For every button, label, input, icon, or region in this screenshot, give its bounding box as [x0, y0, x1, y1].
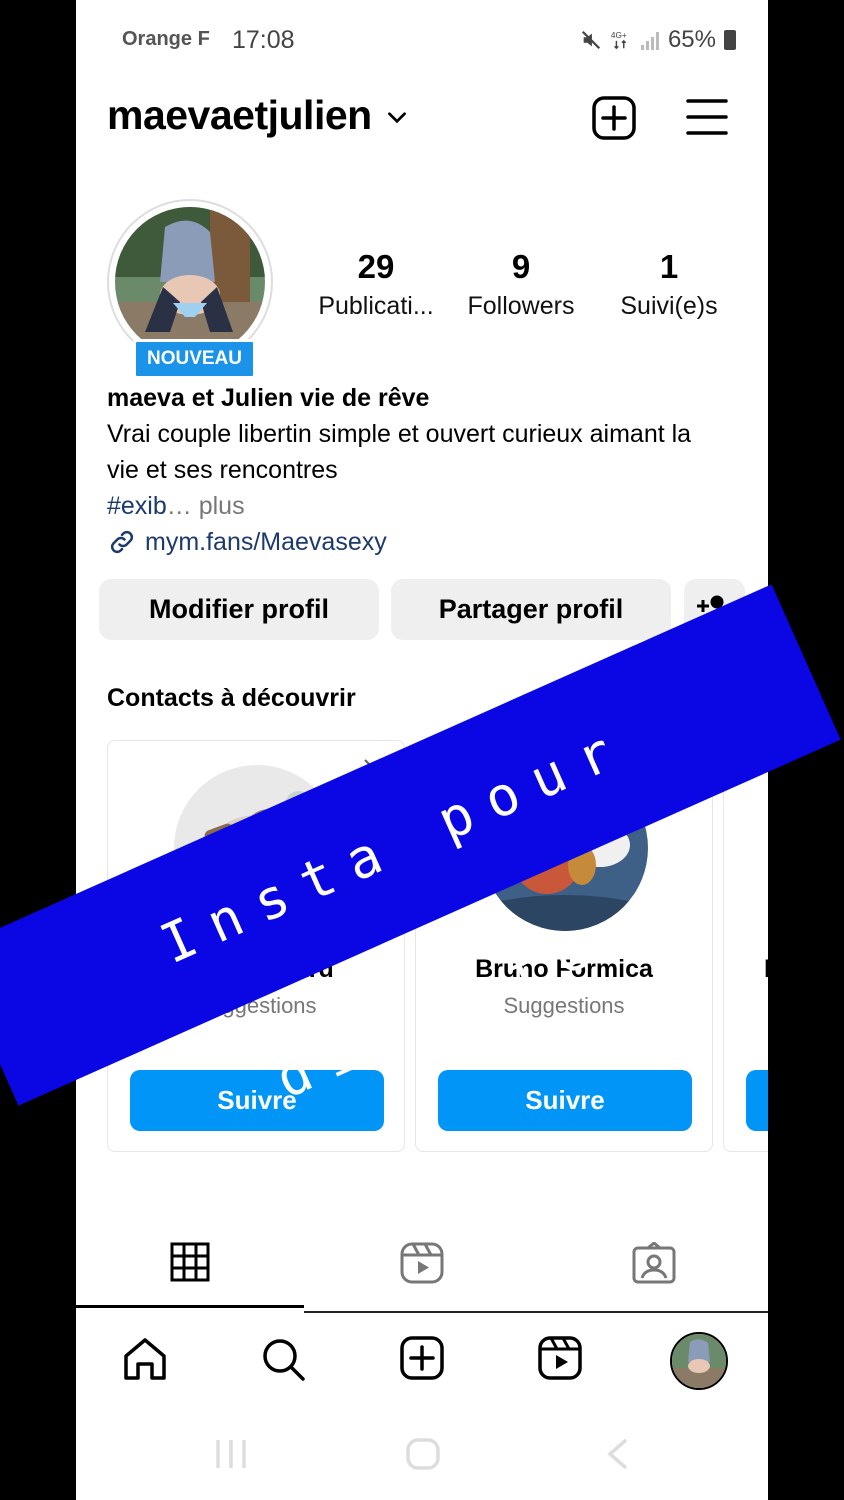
battery-icon [724, 30, 736, 50]
new-post-icon[interactable] [592, 96, 636, 140]
home-button-icon[interactable] [406, 1438, 440, 1470]
battery-percent: 65% [667, 26, 716, 53]
tabs-divider [304, 1311, 768, 1313]
username-switcher[interactable]: maevaetjulien [107, 92, 372, 139]
more-link[interactable]: … plus [167, 492, 245, 520]
bio-text-line-2: vie et ses rencontres [107, 456, 338, 484]
followers-count: 9 [511, 248, 531, 285]
grid-icon[interactable] [170, 1242, 210, 1282]
bio-more-row: #exib… plus [107, 488, 747, 524]
profile-content-tabs [76, 1230, 768, 1314]
suggestion-name[interactable]: …as Goinard [108, 955, 404, 984]
clock: 17:08 [232, 26, 295, 54]
discover-people-button[interactable] [684, 579, 745, 640]
stat-posts[interactable]: 29 Publicati... [308, 248, 444, 321]
followers-label: Followers [467, 292, 575, 320]
suggestion-name[interactable]: Bruno Formica [416, 955, 712, 984]
phone-screen: Orange F 17:08 4G+ 65% maevaetjulien NOU… [76, 0, 768, 1500]
status-icons: 4G+ 65% [580, 26, 736, 54]
mute-icon [581, 30, 601, 50]
bottom-navigation [76, 1316, 768, 1406]
profile-link-text: mym.fans/Maevasexy [145, 528, 387, 556]
create-post-icon[interactable] [400, 1336, 444, 1380]
link-icon [110, 530, 134, 554]
hashtag-link[interactable]: #exib [107, 492, 167, 520]
chevron-down-icon[interactable] [384, 104, 410, 130]
suggestion-name[interactable]: E [764, 955, 768, 984]
tagged-icon[interactable] [632, 1242, 676, 1284]
search-icon[interactable] [260, 1336, 306, 1382]
posts-label: Publicati... [318, 292, 434, 320]
back-icon[interactable] [606, 1438, 630, 1470]
add-person-icon [696, 595, 729, 622]
following-count: 1 [659, 248, 679, 285]
suggestion-card[interactable]: Bruno Formica Suggestions Suivre [415, 740, 713, 1152]
suggestion-avatar [482, 765, 648, 931]
avatar-photo [115, 207, 265, 357]
recent-apps-icon[interactable] [214, 1438, 248, 1470]
system-navigation-bar [76, 1410, 768, 1500]
new-badge: NOUVEAU [133, 339, 256, 379]
stat-following[interactable]: 1 Suivi(e)s [604, 248, 734, 321]
active-tab-indicator [76, 1305, 304, 1308]
signal-icon [640, 32, 659, 50]
close-icon[interactable] [362, 757, 388, 783]
menu-icon[interactable] [686, 98, 728, 136]
reels-icon[interactable] [538, 1336, 582, 1380]
share-profile-button[interactable]: Partager profil [391, 579, 671, 640]
display-name: maeva et Julien vie de rêve [107, 384, 430, 412]
svg-text:4G+: 4G+ [611, 31, 627, 40]
suggestions-title: Contacts à découvrir [107, 684, 356, 712]
profile-bio: maeva et Julien vie de rêve Vrai couple … [107, 380, 747, 560]
profile-tab-avatar[interactable] [670, 1332, 728, 1390]
follow-button[interactable]: Suivre [438, 1070, 692, 1131]
profile-link[interactable]: mym.fans/Maevasexy [107, 524, 747, 560]
home-icon[interactable] [122, 1336, 168, 1382]
posts-count: 29 [357, 248, 395, 285]
bio-text-line-1: Vrai couple libertin simple et ouvert cu… [107, 420, 692, 448]
follow-button[interactable]: Suivre [130, 1070, 384, 1131]
suggestion-card[interactable]: E [723, 740, 768, 1152]
edit-profile-button[interactable]: Modifier profil [99, 579, 379, 640]
follow-button[interactable] [746, 1070, 768, 1131]
suggestion-avatar [174, 765, 340, 931]
carrier-label: Orange F [122, 28, 210, 50]
suggestion-card[interactable]: …as Goinard Suggestions Suivre [107, 740, 405, 1152]
suggestion-subtitle: Suggestions [503, 993, 625, 1018]
following-label: Suivi(e)s [620, 292, 718, 320]
reels-tab-icon[interactable] [400, 1242, 444, 1284]
status-bar: Orange F 17:08 4G+ 65% [76, 0, 768, 80]
suggestion-subtitle: Suggestions [195, 993, 317, 1018]
stat-followers[interactable]: 9 Followers [456, 248, 586, 321]
network-4g-icon: 4G+ [611, 31, 627, 50]
